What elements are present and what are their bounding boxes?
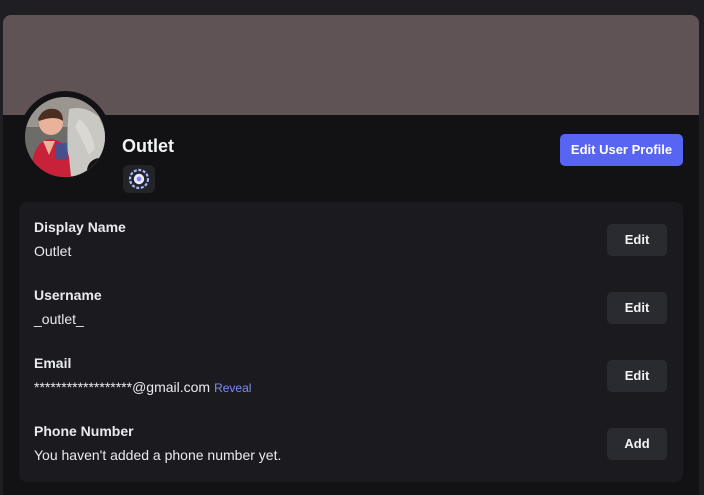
avatar-frame bbox=[19, 91, 111, 183]
display-name-label: Display Name bbox=[34, 219, 126, 235]
email-value: ******************@gmail.com bbox=[34, 379, 211, 395]
username-label: Username bbox=[34, 287, 102, 303]
account-fields-panel: Display Name Outlet Edit Username _outle… bbox=[19, 202, 683, 482]
email-row: Email ******************@gmail.com Reveal… bbox=[19, 338, 683, 398]
username-row: Username _outlet_ Edit bbox=[19, 270, 683, 330]
display-name-row: Display Name Outlet Edit bbox=[19, 202, 683, 262]
edit-email-button[interactable]: Edit bbox=[607, 360, 667, 392]
reveal-email-link[interactable]: Reveal bbox=[214, 381, 251, 395]
phone-number-row: Phone Number You haven't added a phone n… bbox=[19, 406, 683, 466]
badge-icon bbox=[128, 168, 150, 190]
phone-number-value: You haven't added a phone number yet. bbox=[34, 447, 282, 463]
online-status-icon bbox=[92, 163, 105, 177]
profile-username: Outlet bbox=[122, 136, 174, 156]
edit-display-name-button[interactable]: Edit bbox=[607, 224, 667, 256]
username-value: _outlet_ bbox=[34, 311, 84, 327]
add-phone-number-button[interactable]: Add bbox=[607, 428, 667, 460]
email-label: Email bbox=[34, 355, 72, 371]
user-profile-card: Outlet Edit User Profile Display Name Ou… bbox=[3, 15, 699, 495]
profile-banner bbox=[3, 15, 699, 115]
edit-user-profile-button[interactable]: Edit User Profile bbox=[560, 134, 683, 166]
display-name-value: Outlet bbox=[34, 243, 72, 259]
avatar[interactable] bbox=[25, 97, 105, 177]
phone-number-label: Phone Number bbox=[34, 423, 134, 439]
email-value-line: ******************@gmail.com Reveal bbox=[34, 379, 251, 395]
edit-username-button[interactable]: Edit bbox=[607, 292, 667, 324]
profile-badge[interactable] bbox=[123, 165, 155, 193]
